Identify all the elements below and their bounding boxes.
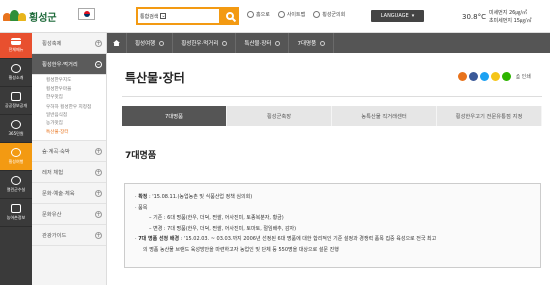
top-links: 홈으로 사이트맵 횡성군의회 [247,11,345,18]
submenu-subitem[interactable]: 농가맛집 [46,120,106,129]
plus-icon: + [95,210,102,218]
temperature: 30.8°C [462,13,486,21]
submenu-item[interactable]: 문화유산 + [32,204,106,225]
headset-icon [11,120,21,129]
search-icon [226,12,234,20]
language-button[interactable]: LANGUAGE ▾ [371,10,424,22]
rail-all-menu[interactable]: 전체메뉴 [0,33,32,59]
korea-flag-icon [78,8,95,20]
breadcrumb: 횡성여행 횡성한우·먹거리 특산물·장터 7대명품 [107,33,550,53]
submenu-item[interactable]: 레저 체험 + [32,162,106,183]
search-scope-select[interactable]: 통합검색 ⌄ [140,13,167,20]
submenu-subitem[interactable]: 한우맛집 [46,94,106,103]
tab-hanwoo-stores[interactable]: 횡성한우고기 전문유통점 지정 [437,106,542,126]
search-box[interactable]: 통합검색 ⌄ [136,7,221,25]
submenu-item[interactable]: 횡성축제 + [32,33,106,54]
info-line: · 7대 명품 선정 배경 : '15.02.03. ~ 03.03.까지 20… [135,236,437,242]
chevron-down-icon: ⌄ [160,13,167,19]
sitemap-icon [277,11,285,18]
submenu-sublist: 횡성한우지도 횡성한우마을 한우맛집 우하하 횡성한우 지정점 일반음식점 농가… [32,75,106,141]
sitemap-link[interactable]: 사이트맵 [277,11,305,18]
council-link[interactable]: 횡성군의회 [313,11,345,18]
site-name: 횡성군 [29,12,57,24]
info-box: · 확정 : '15.08.11.(농업농촌 및 식품산업 정책 심의회) · … [124,183,541,268]
rail-civil[interactable]: 365민원 [0,115,32,143]
section-title: 7대명품 [125,151,157,161]
share-tools: ⎙ 인쇄 [458,72,531,81]
home-icon [247,11,254,18]
home-icon [113,40,120,46]
pm10-value: 미세먼지 26㎍/㎥ [488,10,528,16]
weather-widget: 30.8°C 미세먼지 26㎍/㎥ 초미세먼지 15㎍/㎥ [462,9,532,25]
submenu-item[interactable]: 숲·계곡·숙박 + [32,141,106,162]
submenu-subitem[interactable]: 횡성한우지도 [46,77,106,86]
dust-info: 미세먼지 26㎍/㎥ 초미세먼지 15㎍/㎥ [489,9,532,25]
council-icon [313,11,321,18]
info-icon [11,64,21,73]
info-line: · 품목 [135,204,148,211]
info-line: · 확정 : '15.08.11.(농업농촌 및 식품산업 정책 심의회) [135,194,253,200]
plus-icon: + [95,231,102,239]
print-button[interactable]: ⎙ 인쇄 [516,73,531,80]
rail-travel[interactable]: 횡성여행 [0,143,32,171]
breadcrumb-item[interactable]: 횡성여행 [127,33,174,53]
tab-direct-center[interactable]: 농특산물 직거래센터 [332,106,437,126]
kakaostory-icon[interactable] [491,72,500,81]
page-title: 특산물·장터 [125,71,185,85]
minus-icon: – [95,60,102,68]
submenu: 횡성축제 + 횡성한우·먹거리 – 횡성한우지도 횡성한우마을 한우맛집 우하하 횡… [32,33,107,285]
tab-7-products[interactable]: 7대명품 [122,106,227,126]
submenu-item[interactable]: 문화·예술·체육 + [32,183,106,204]
person-icon [11,176,21,185]
info-line: – 기존 : 6대 명품(한우, 더덕, 찐쌀, 어사진미, 토종복분자, 황금… [149,215,284,221]
breadcrumb-home[interactable] [107,33,127,53]
search-button[interactable] [221,7,239,25]
plus-icon: + [95,168,102,176]
info-line: – 변경 : 7대 명품(한우, 더덕, 찐쌀, 어사진미, 토마토, 절임배추… [149,225,297,232]
menu-icon [11,38,21,45]
submenu-subitem[interactable]: 일반음식점 [46,112,106,121]
share-icon[interactable] [458,72,467,81]
farm-icon [11,204,21,213]
travel-icon [11,148,21,157]
submenu-item[interactable]: 관광가이드 + [32,225,106,246]
pm25-value: 초미세먼지 15㎍/㎥ [488,18,532,24]
site-logo[interactable]: 횡성군 [3,6,57,26]
breadcrumb-item[interactable]: 특산물·장터 [236,33,290,53]
blog-icon[interactable] [502,72,511,81]
tab-slaughterhouse[interactable]: 횡성군축장 [227,106,332,126]
submenu-subitem[interactable]: 우하하 횡성한우 지정점 [46,103,100,112]
plus-icon: + [95,39,102,47]
chevron-down-icon [222,40,228,46]
print-icon: ⎙ [516,74,521,80]
plus-icon: + [95,189,102,197]
document-icon [11,92,21,101]
rail-intro[interactable]: 횡성소개 [0,59,32,87]
plus-icon: + [95,147,102,155]
logo-mark [3,9,27,23]
chevron-down-icon [320,40,326,46]
site-header: 횡성군 통합검색 ⌄ 홈으로 사이트맵 횡성군의회 LANGUAGE ▾ 30.… [0,0,550,33]
rail-mayor[interactable]: 열린군수실 [0,171,32,199]
breadcrumb-item-current[interactable]: 7대명품 [289,33,335,53]
content-tabs: 7대명품 횡성군축장 농특산물 직거래센터 횡성한우고기 전문유통점 지정 [122,106,542,126]
submenu-subitem-active[interactable]: 특산물·장터 [46,129,106,138]
facebook-icon[interactable] [469,72,478,81]
info-line: 의 명품 농산물 브랜드 육성방안을 마련하고자 농업인 및 단체 등 550명… [143,246,339,253]
rail-public-info[interactable]: 공공정보공개 [0,87,32,115]
submenu-subitem[interactable]: 횡성한우마을 [46,86,106,95]
home-link[interactable]: 홈으로 [247,11,270,18]
chevron-down-icon [275,40,281,46]
submenu-item-current[interactable]: 횡성한우·먹거리 – [32,54,106,75]
title-divider [122,96,542,97]
twitter-icon[interactable] [480,72,489,81]
chevron-down-icon: ▾ [411,13,415,19]
breadcrumb-item[interactable]: 횡성한우·먹거리 [173,33,237,53]
icon-rail: 전체메뉴 횡성소개 공공정보공개 365민원 횡성여행 열린군수실 농어촌정보 [0,33,32,285]
chevron-down-icon [159,40,165,46]
rail-farm[interactable]: 농어촌정보 [0,199,32,227]
